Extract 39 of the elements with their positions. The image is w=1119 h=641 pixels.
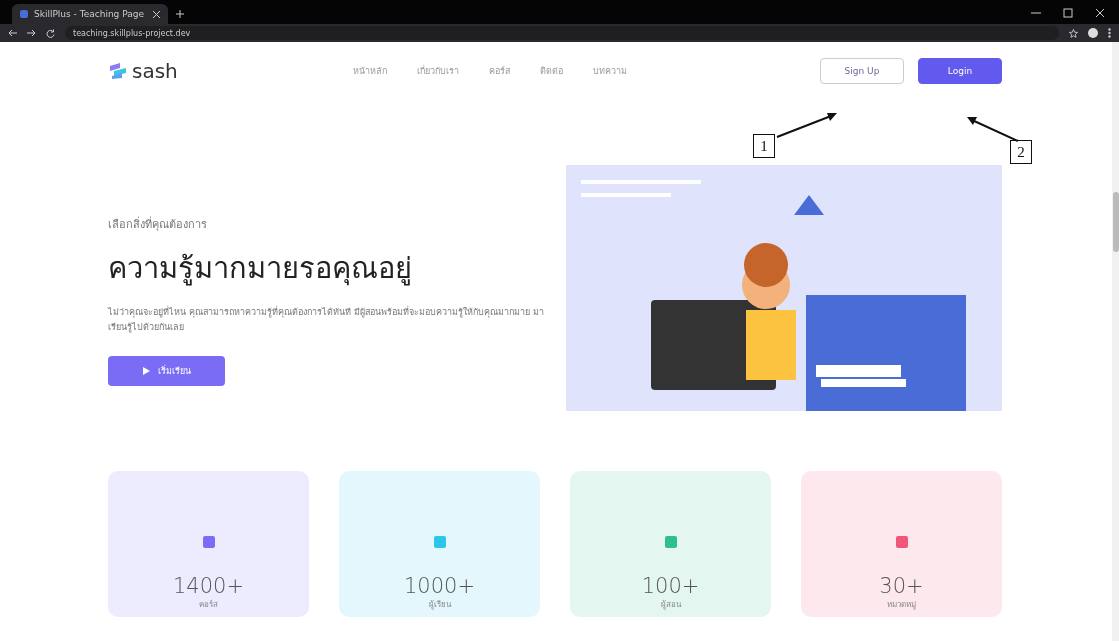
new-tab-icon[interactable] [176, 10, 184, 18]
nav-link[interactable]: ติดต่อ [539, 64, 563, 78]
stat-label: ผู้สอน [660, 599, 681, 611]
nav-link[interactable]: เกี่ยวกับเรา [416, 64, 459, 78]
reload-icon[interactable] [46, 28, 55, 38]
stat-value: 1400+ [172, 574, 244, 598]
stat-label: คอร์ส [199, 599, 218, 611]
signup-button[interactable]: Sign Up [820, 58, 904, 84]
close-icon[interactable] [1095, 8, 1105, 18]
close-icon[interactable] [153, 10, 160, 18]
back-icon[interactable] [8, 29, 17, 37]
address-bar[interactable]: teaching.skillplus-project.dev [65, 26, 1059, 40]
stat-value: 1000+ [403, 574, 475, 598]
profile-icon[interactable] [1088, 28, 1098, 38]
forward-icon[interactable] [27, 29, 36, 37]
stat-label: ผู้เรียน [428, 599, 451, 611]
login-button[interactable]: Login [918, 58, 1002, 84]
logo-icon [108, 62, 128, 80]
stat-label: หมวดหมู่ [887, 599, 916, 611]
nav-link[interactable]: หน้าหลัก [352, 64, 387, 78]
annotation-label: 1 [753, 134, 775, 158]
stat-value: 30+ [879, 574, 924, 598]
nav-link[interactable]: บทความ [592, 64, 627, 78]
favicon-icon [20, 10, 28, 18]
start-button[interactable]: เริ่มเรียน [108, 355, 225, 386]
hero-text: ไม่ว่าคุณจะอยู่ที่ไหน คุณสามารถหาความรู้ที่คุณต้องการได้ทันที มีผู้สอนพร้อมที่จะมอบความรู้ให้กับคุณมากมาย มาเรียนรู้ไปด้วยกันเลย [108, 305, 545, 335]
annotation-label: 2 [1010, 140, 1032, 164]
stat-value: 100+ [641, 574, 700, 598]
star-icon[interactable] [1069, 28, 1078, 38]
logo-text[interactable]: sash [132, 59, 178, 83]
hero-eyebrow: เลือกสิ่งที่คุณต้องการ [108, 215, 207, 233]
maximize-icon[interactable] [1063, 8, 1073, 18]
nav-link[interactable]: คอร์ส [488, 64, 510, 78]
play-icon [142, 366, 150, 375]
browser-tab[interactable]: SkillPlus - Teaching Page [12, 4, 168, 24]
scrollbar-thumb[interactable] [1112, 192, 1119, 252]
menu-icon[interactable] [1108, 28, 1111, 38]
hero-title: ความรู้มากมายรอคุณอยู่ [108, 250, 412, 288]
annotation-arrow [776, 112, 838, 138]
